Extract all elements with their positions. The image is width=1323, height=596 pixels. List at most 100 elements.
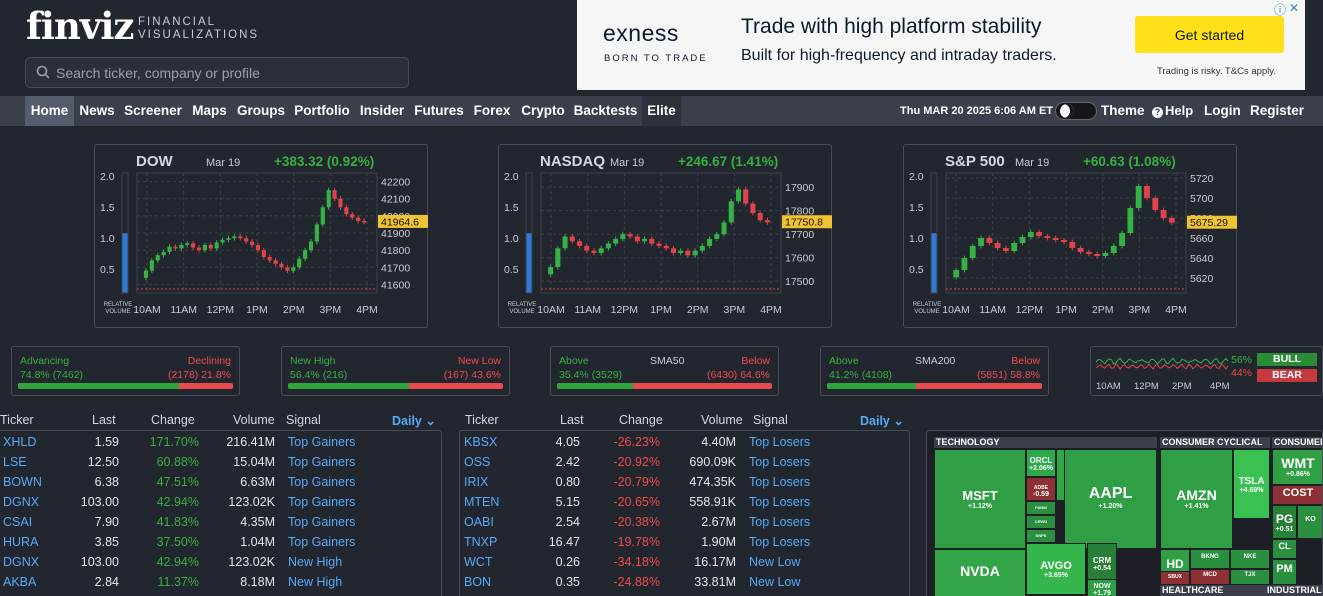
table-row[interactable]: OSS 2.42 -20.92% 690.09K Top Losers (460, 452, 909, 472)
table-row[interactable]: XHLD 1.59 171.70% 216.41M Top Gainers (0, 432, 441, 452)
search-box[interactable] (25, 57, 409, 88)
cell-signal[interactable]: Top Losers (749, 432, 859, 452)
cell-signal[interactable]: Top Gainers (288, 472, 398, 492)
cell-signal[interactable]: Top Gainers (288, 452, 398, 472)
cell-signal[interactable]: Top Losers (749, 492, 859, 512)
breadth-advancing-declining[interactable]: Advancing Declining 74.8% (7462) (2178) … (11, 346, 240, 396)
cell-signal[interactable]: New High (288, 572, 398, 592)
table-row[interactable]: OABI 2.54 -20.38% 2.67M Top Losers (460, 512, 909, 532)
heatmap-cell[interactable]: ADBE -0.59 (1026, 477, 1056, 501)
breadth-new-high-low[interactable]: New High New Low 56.4% (216) (167) 43.6% (281, 346, 510, 396)
nav-forex[interactable]: Forex (471, 96, 513, 126)
cell-signal[interactable]: Top Gainers (288, 512, 398, 532)
breadth-sma50[interactable]: Above SMA50 Below 35.4% (3529) (6430) 64… (550, 346, 779, 396)
heatmap-cell[interactable]: SBUX (1160, 571, 1190, 585)
nav-maps[interactable]: Maps (189, 96, 230, 126)
nav-insider[interactable]: Insider (357, 96, 407, 126)
cell-ticker[interactable]: XHLD (3, 432, 63, 452)
heatmap-cell[interactable]: PG +0.51 (1272, 505, 1297, 539)
nav-home[interactable]: Home (25, 96, 74, 126)
heatmap-cell[interactable]: PM (1272, 559, 1297, 585)
theme-toggle[interactable] (1055, 102, 1097, 120)
heatmap-cell[interactable]: ORCL +2.06% (1026, 449, 1056, 477)
ad-close-icon[interactable]: ✕ (1289, 1, 1299, 15)
heatmap-cell[interactable]: TJX (1230, 569, 1270, 585)
cell-signal[interactable]: Top Gainers (288, 532, 398, 552)
table-row[interactable]: KBSX 4.05 -26.23% 4.40M Top Losers (460, 432, 909, 452)
losers-timeframe-dropdown[interactable]: Daily ⌄ (860, 413, 904, 428)
cell-ticker[interactable]: CSAI (3, 512, 63, 532)
table-row[interactable]: MTEN 5.15 -20.65% 558.91K Top Losers (460, 492, 909, 512)
table-row[interactable]: DGNX 103.00 42.94% 123.02K New High (0, 552, 441, 572)
nav-help[interactable]: ? Help (1152, 96, 1193, 126)
table-row[interactable]: TNXP 16.47 -19.78% 1.90M Top Losers (460, 532, 909, 552)
cell-ticker[interactable]: DGNX (3, 552, 63, 572)
finviz-logo[interactable]: finviz (26, 4, 134, 48)
heatmap-cell[interactable]: AVGO +3.65% (1026, 543, 1086, 595)
nav-futures[interactable]: Futures (412, 96, 466, 126)
heatmap-cell[interactable]: NVDA (934, 549, 1026, 596)
search-input[interactable] (56, 58, 396, 87)
table-row[interactable]: HURA 3.85 37.50% 1.04M Top Gainers (0, 532, 441, 552)
cell-signal[interactable]: Top Losers (749, 452, 859, 472)
heatmap-cell[interactable]: COST (1272, 485, 1322, 505)
nav-news[interactable]: News (76, 96, 118, 126)
heatmap-cell[interactable]: KO (1297, 505, 1322, 539)
table-row[interactable]: DGNX 103.00 42.94% 123.02K Top Gainers (0, 492, 441, 512)
table-row[interactable]: IRIX 0.80 -20.79% 474.35K Top Losers (460, 472, 909, 492)
index-chart-dow[interactable]: 4220042100420004190041800417004160010AM1… (94, 144, 428, 328)
market-heatmap[interactable]: TECHNOLOGY CONSUMER CYCLICAL CONSUMER HEALT… (926, 430, 1323, 596)
cell-ticker[interactable]: IRIX (464, 472, 524, 492)
ad-info-icon[interactable]: ⓘ (1274, 1, 1286, 18)
heatmap-cell[interactable]: BKNG (1190, 549, 1230, 569)
cell-signal[interactable]: Top Losers (749, 472, 859, 492)
heatmap-cell[interactable]: TSLA +4.69% (1233, 449, 1270, 519)
nav-crypto[interactable]: Crypto (518, 96, 568, 126)
heatmap-cell[interactable]: AMZN +1.41% (1160, 449, 1233, 549)
cell-ticker[interactable]: BOWN (3, 472, 63, 492)
heatmap-cell[interactable]: CRWD (1026, 515, 1056, 529)
table-row[interactable]: CSAI 7.90 41.83% 4.35M Top Gainers (0, 512, 441, 532)
heatmap-cell[interactable]: AAPL +1.20% (1064, 449, 1157, 549)
cell-signal[interactable]: Top Losers (749, 532, 859, 552)
index-chart-sp500[interactable]: 57205700568056605640562010AM11AM12PM1PM2… (903, 144, 1237, 328)
ad-get-started-button[interactable]: Get started (1135, 16, 1284, 53)
cell-ticker[interactable]: OSS (464, 452, 524, 472)
cell-ticker[interactable]: AKBA (3, 572, 63, 592)
breadth-sma200[interactable]: Above SMA200 Below 41.2% (4108) (5851) 5… (820, 346, 1049, 396)
nav-register[interactable]: Register (1250, 96, 1304, 126)
nav-elite[interactable]: Elite (642, 96, 681, 126)
heatmap-cell[interactable]: NOW +1.79 (1087, 579, 1117, 596)
cell-ticker[interactable]: HURA (3, 532, 63, 552)
heatmap-cell[interactable]: SNPS (1026, 529, 1056, 543)
table-row[interactable]: WCT 0.26 -34.18% 16.17M New Low (460, 552, 909, 572)
cell-signal[interactable]: New Low (749, 552, 859, 572)
nav-portfolio[interactable]: Portfolio (292, 96, 352, 126)
index-chart-nasdaq[interactable]: 17900 17800 17700 17600 17500 10AM 11AM 12PM 1PM… (498, 144, 832, 328)
cell-signal[interactable]: Top Losers (749, 512, 859, 532)
table-row[interactable]: LSE 12.50 60.88% 15.04M Top Gainers (0, 452, 441, 472)
table-row[interactable]: BON 0.35 -24.88% 33.81M New Low (460, 572, 909, 592)
nav-groups[interactable]: Groups (235, 96, 287, 126)
table-row[interactable]: AKBA 2.84 11.37% 8.18M New High (0, 572, 441, 592)
cell-ticker[interactable]: DGNX (3, 492, 63, 512)
nav-login[interactable]: Login (1204, 96, 1241, 126)
gainers-timeframe-dropdown[interactable]: Daily ⌄ (392, 413, 436, 428)
cell-signal[interactable]: Top Gainers (288, 432, 398, 452)
cell-ticker[interactable]: MTEN (464, 492, 524, 512)
table-row[interactable]: BOWN 6.38 47.51% 6.63M Top Gainers (0, 472, 441, 492)
cell-ticker[interactable]: WCT (464, 552, 524, 572)
cell-signal[interactable]: Top Gainers (288, 492, 398, 512)
cell-ticker[interactable]: OABI (464, 512, 524, 532)
heatmap-cell[interactable]: MSFT +1.12% (934, 449, 1026, 549)
cell-ticker[interactable]: BON (464, 572, 524, 592)
heatmap-cell[interactable]: CRM +0.54 (1087, 543, 1117, 583)
nav-theme[interactable]: Theme (1101, 96, 1145, 126)
heatmap-cell[interactable]: WMT +0.86% (1272, 449, 1322, 485)
heatmap-cell[interactable]: MCD (1190, 569, 1230, 585)
cell-signal[interactable]: New High (288, 552, 398, 572)
cell-signal[interactable]: New Low (749, 572, 859, 592)
nav-backtests[interactable]: Backtests (573, 96, 638, 126)
cell-ticker[interactable]: KBSX (464, 432, 524, 452)
cell-ticker[interactable]: TNXP (464, 532, 524, 552)
